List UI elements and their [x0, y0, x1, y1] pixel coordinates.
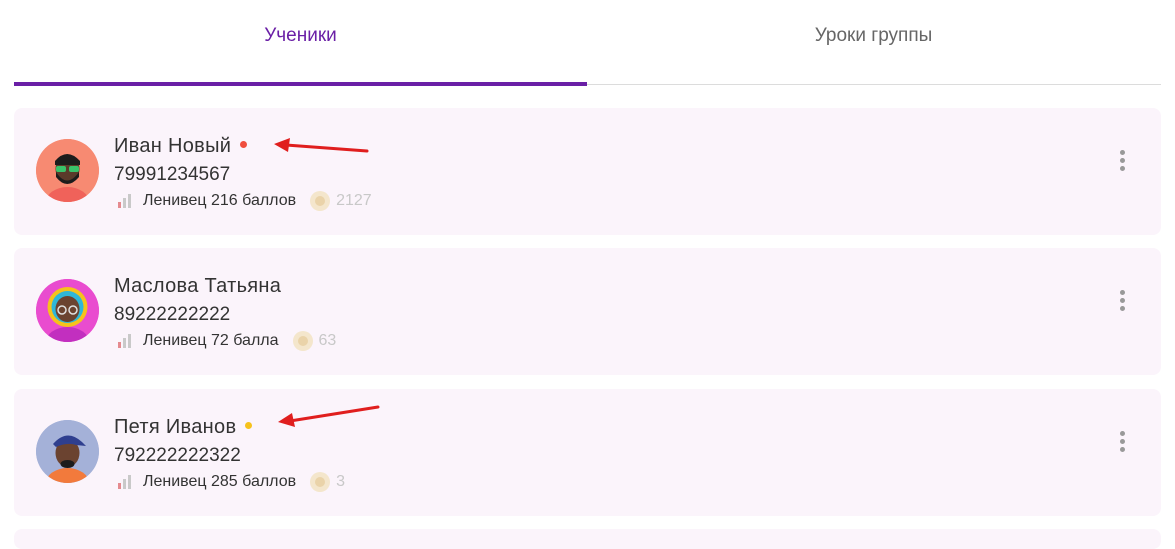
tab-bar: Ученики Уроки группы	[14, 0, 1161, 87]
level-text: Ленивец 285 баллов	[143, 473, 297, 490]
avatar	[36, 420, 99, 483]
student-stats: Ленивец 72 балла 63	[118, 331, 336, 351]
student-card[interactable]: Петя Иванов 792222222322 Ленивец 285 бал…	[14, 389, 1161, 516]
coin-icon	[292, 331, 313, 351]
student-name: Иван Новый	[114, 135, 248, 158]
more-options-icon[interactable]	[1119, 290, 1125, 312]
more-options-icon[interactable]	[1119, 431, 1125, 453]
student-phone: 89222222222	[114, 304, 231, 325]
coins-count: 2127	[336, 192, 372, 209]
more-options-icon[interactable]	[1119, 150, 1125, 172]
student-stats: Ленивец 216 баллов 2127	[118, 191, 372, 211]
coin-icon	[310, 472, 331, 492]
student-card[interactable]: Маслова Татьяна 89222222222 Ленивец 72 б…	[14, 248, 1161, 375]
student-phone: 79991234567	[114, 164, 231, 185]
student-card[interactable]	[14, 529, 1161, 549]
tab-students[interactable]: Ученики	[14, 0, 587, 87]
level-text: Ленивец 72 балла	[143, 332, 279, 349]
level-bars-icon	[118, 475, 134, 489]
avatar	[36, 139, 99, 202]
tab-group-lessons[interactable]: Уроки группы	[587, 0, 1160, 87]
student-stats: Ленивец 285 баллов 3	[118, 472, 345, 492]
status-dot	[240, 141, 248, 149]
coins-count: 3	[336, 473, 345, 490]
student-name: Петя Иванов	[114, 416, 253, 439]
level-bars-icon	[118, 194, 134, 208]
student-card[interactable]: Иван Новый 79991234567 Ленивец 216 балло…	[14, 108, 1161, 235]
coin-icon	[310, 191, 331, 211]
status-dot	[245, 422, 253, 430]
active-tab-indicator	[14, 82, 587, 86]
level-bars-icon	[118, 334, 134, 348]
avatar	[36, 279, 99, 342]
annotation-arrow	[274, 138, 369, 153]
student-name: Маслова Татьяна	[114, 275, 282, 297]
level-text: Ленивец 216 баллов	[143, 192, 297, 209]
annotation-arrow	[278, 405, 380, 427]
coins-count: 63	[318, 332, 337, 349]
student-phone: 792222222322	[114, 445, 241, 466]
